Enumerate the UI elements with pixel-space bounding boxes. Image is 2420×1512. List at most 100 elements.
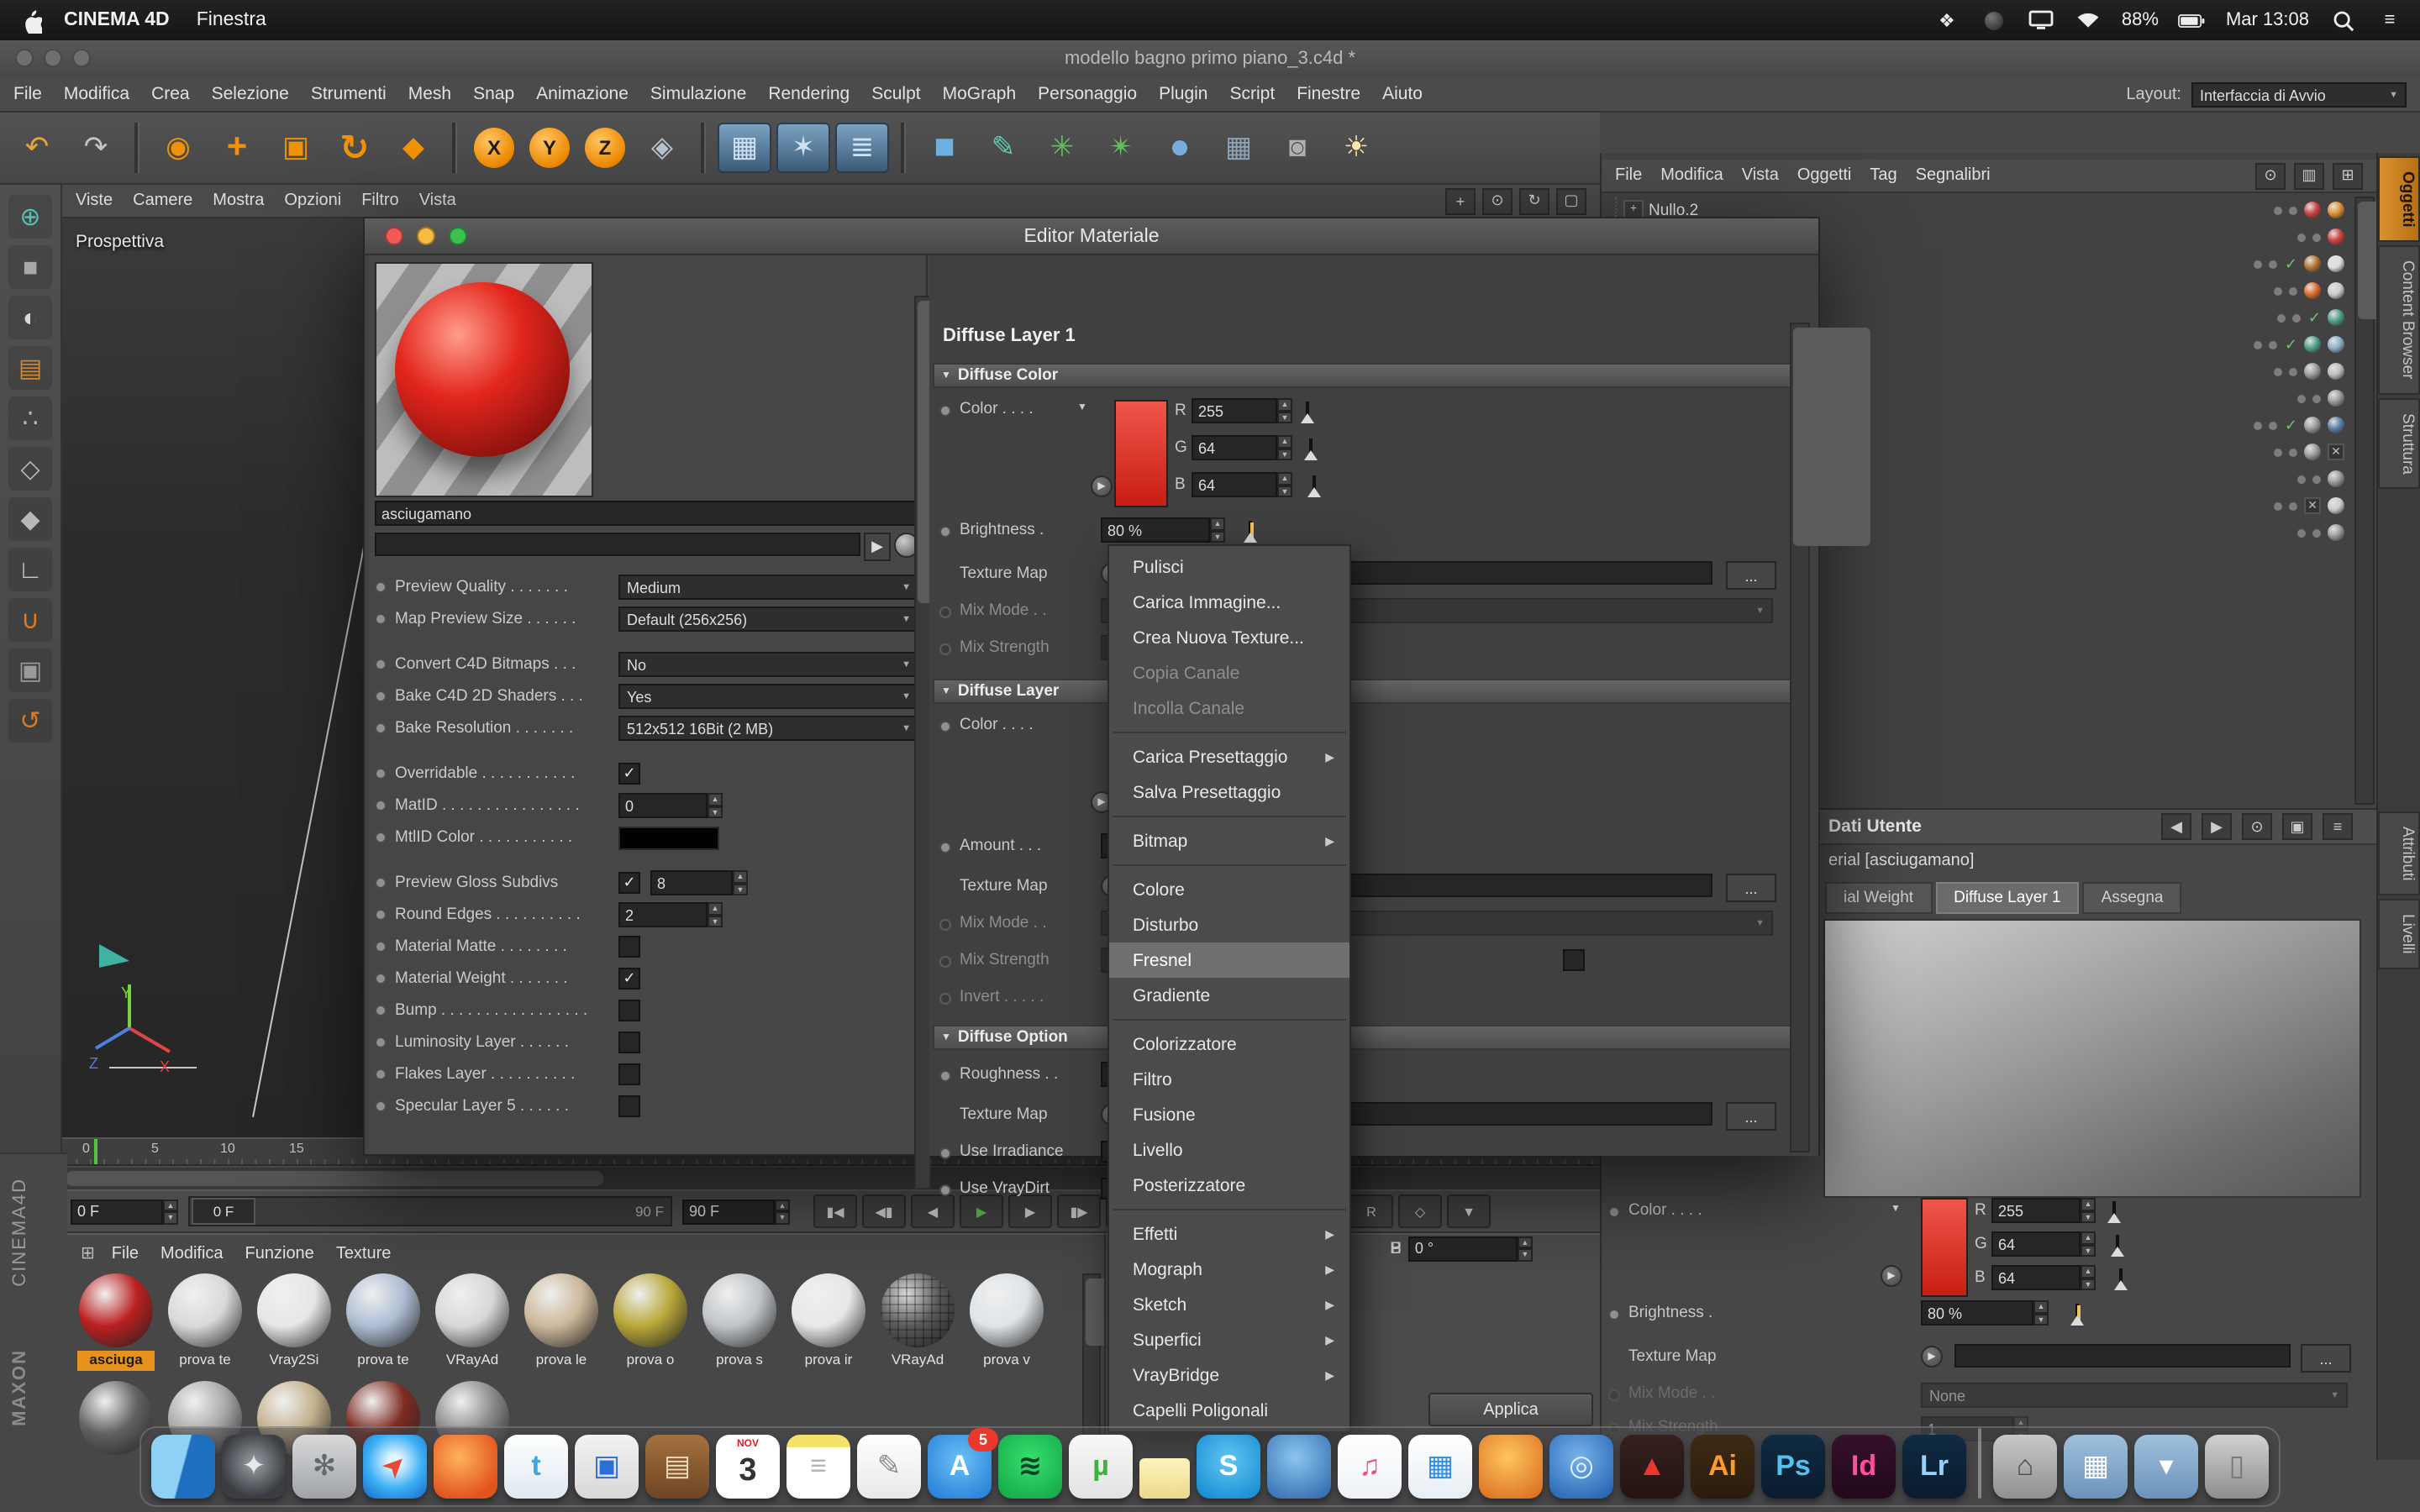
color-swatch[interactable] — [618, 826, 719, 849]
toolbar-button[interactable]: ↷ — [69, 121, 123, 175]
dock-tab[interactable]: Attributi — [2378, 811, 2420, 895]
context-menu-item[interactable]: Salva Presettaggio ▶ — [1109, 774, 1349, 810]
toolbar-button[interactable]: ☀ — [1329, 121, 1383, 175]
visibility-dot[interactable] — [2312, 233, 2321, 241]
menubar-item-finestra[interactable]: Finestra — [197, 10, 266, 30]
material-property-row[interactable]: Bake Resolution . . . . . . . ✓ 512x512 … — [375, 712, 919, 744]
app-menu-item[interactable]: Snap — [473, 84, 514, 104]
timeline-handle[interactable]: 0 F — [192, 1198, 255, 1225]
object-manager-icon[interactable]: ▥ — [2294, 162, 2324, 189]
app-menu-item[interactable]: Personaggio — [1038, 84, 1137, 104]
toolbar-button[interactable]: ◆ — [387, 121, 440, 175]
app-menu-item[interactable]: Selezione — [212, 84, 289, 104]
dock-icon[interactable]: ≡ — [786, 1435, 850, 1499]
material-menu-item[interactable]: Funzione — [245, 1244, 314, 1263]
brightness-slider[interactable] — [2075, 1304, 2079, 1326]
dock-icon[interactable]: µ — [1069, 1435, 1133, 1499]
checkbox[interactable] — [618, 936, 640, 958]
mode-tool-button[interactable]: ∪ — [8, 598, 52, 642]
texture-tag-icon[interactable] — [2328, 202, 2344, 218]
toolbar-button[interactable]: ↻ — [328, 121, 381, 175]
close-button[interactable] — [385, 227, 403, 245]
toolbar-button[interactable]: ◈ — [635, 121, 689, 175]
material-property-row[interactable]: ✓ ▲▼ — [375, 853, 919, 867]
object-menu-item[interactable]: Tag — [1870, 166, 1897, 185]
app-menu-item[interactable]: File — [13, 84, 42, 104]
material-name-field[interactable]: asciugamano — [375, 501, 919, 526]
material-editor-titlebar[interactable]: Editor Materiale — [365, 218, 1818, 255]
dock-icon[interactable] — [1978, 1428, 1981, 1499]
dock-icon[interactable]: ▯ — [2205, 1435, 2269, 1499]
attribute-header-icon[interactable]: ≡ — [2323, 813, 2353, 840]
context-menu-item[interactable]: Effetti ▶ — [1109, 1216, 1349, 1252]
attribute-tab[interactable]: Assegna — [2083, 882, 2182, 914]
material-ball[interactable] — [881, 1273, 955, 1347]
material-property-row[interactable]: Round Edges . . . . . . . . . . ✓ 2▲▼ 2 — [375, 899, 919, 931]
object-manager-scrollbar[interactable] — [2354, 197, 2375, 805]
object-menu-item[interactable]: Segnalibri — [1916, 166, 1991, 185]
dock-icon[interactable]: ▾ — [2134, 1435, 2198, 1499]
material-thumbnail[interactable]: Vray2Si — [255, 1273, 333, 1371]
material-property-row[interactable]: Bake C4D 2D Shaders . . . ✓ Yes▲▼ Yes — [375, 680, 919, 712]
transport-button[interactable]: ◀▮ — [862, 1194, 906, 1228]
rotation-field[interactable]: 0 °▲▼ — [1408, 1236, 1533, 1261]
color-swatch[interactable] — [1921, 1198, 1968, 1297]
context-menu-item[interactable]: Carica Immagine... ▶ — [1109, 585, 1349, 620]
number-field[interactable]: 8▲▼ — [650, 870, 748, 895]
visibility-dot[interactable] — [2289, 206, 2297, 214]
color-swatch[interactable] — [1114, 400, 1168, 507]
material-property-row[interactable]: ✓ ▲▼ — [375, 744, 919, 758]
material-preview[interactable] — [375, 262, 593, 497]
transport-button[interactable]: ▮▶ — [1057, 1194, 1101, 1228]
mode-tool-button[interactable]: ∴ — [8, 396, 52, 440]
g-slider[interactable] — [2116, 1235, 2119, 1257]
app-menu-item[interactable]: MoGraph — [943, 84, 1017, 104]
dock-icon[interactable] — [1267, 1435, 1331, 1499]
viewport-menu-item[interactable]: Opzioni — [284, 192, 341, 210]
context-menu-item[interactable]: Disturbo ▶ — [1109, 907, 1349, 942]
material-thumbnail[interactable]: prova le — [523, 1273, 600, 1371]
r-slider[interactable] — [2112, 1201, 2116, 1223]
b-field[interactable]: 64▲▼ — [1192, 472, 1292, 497]
mode-tool-button[interactable]: ▤ — [8, 346, 52, 390]
app-menu-item[interactable]: Modifica — [64, 84, 129, 104]
app-menu-item[interactable]: Simulazione — [650, 84, 746, 104]
visibility-dot[interactable] — [2297, 233, 2306, 241]
toolbar-button[interactable]: X — [474, 128, 514, 168]
context-menu-item[interactable]: Colorizzatore ▶ — [1109, 1026, 1349, 1062]
material-ball[interactable] — [79, 1273, 153, 1347]
checkbox[interactable] — [618, 1000, 640, 1021]
checkbox[interactable] — [618, 1063, 640, 1085]
material-property-row[interactable]: Material Weight . . . . . . . ✓ ▲▼ — [375, 963, 919, 995]
left-panel-scrollbar[interactable] — [914, 296, 931, 1189]
b-slider[interactable] — [1313, 475, 1316, 497]
context-menu-item[interactable]: Pulisci ▶ — [1109, 549, 1349, 585]
dropdown[interactable]: Medium — [618, 575, 919, 600]
window-titlebar[interactable]: modello bagno primo piano_3.c4d * — [0, 40, 2420, 79]
material-property-row[interactable]: Bump . . . . . . . . . . . . . . . . . ✓… — [375, 995, 919, 1026]
material-property-row[interactable]: ✓ ▲▼ — [375, 635, 919, 648]
status-app-icon[interactable]: ❖ — [1933, 8, 1960, 32]
viewport-menu-item[interactable]: Viste — [76, 192, 113, 210]
toolbar-button[interactable]: ✎ — [976, 121, 1030, 175]
material-property-row[interactable]: MtlID Color . . . . . . . . . . . ✓ ▲▼ — [375, 822, 919, 853]
browse-button[interactable]: ... — [2301, 1344, 2351, 1373]
checkbox-checked[interactable]: ✓ — [618, 968, 640, 990]
context-menu-item[interactable]: Filtro ▶ — [1109, 1062, 1349, 1097]
dock-icon[interactable] — [151, 1435, 215, 1499]
context-menu-item[interactable]: Posterizzatore ▶ — [1109, 1168, 1349, 1203]
attribute-tab[interactable]: Diffuse Layer 1 — [1935, 882, 2079, 914]
app-menu-item[interactable]: Script — [1230, 84, 1276, 104]
attribute-tab[interactable]: ial Weight — [1825, 882, 1932, 914]
material-thumbnail[interactable]: prova te — [166, 1273, 244, 1371]
context-menu-item[interactable]: Crea Nuova Texture... ▶ — [1109, 620, 1349, 655]
mode-tool-button[interactable]: ◐ — [8, 296, 52, 339]
spotlight-icon[interactable] — [2329, 8, 2356, 32]
viewport-menu-item[interactable]: Vista — [419, 192, 456, 210]
app-menu-item[interactable]: Strumenti — [311, 84, 387, 104]
material-thumbnail[interactable]: asciuga — [77, 1273, 155, 1371]
material-ball[interactable] — [613, 1273, 687, 1347]
mode-tool-button[interactable]: ◇ — [8, 447, 52, 491]
toolbar-button[interactable]: ≣ — [835, 123, 889, 173]
toolbar-button[interactable] — [452, 123, 457, 173]
